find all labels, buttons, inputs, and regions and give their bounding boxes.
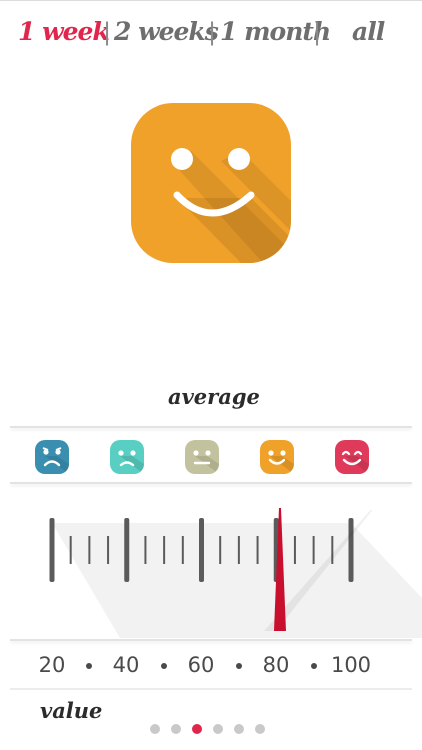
- tab-separator: |: [103, 18, 111, 46]
- range-tabs: 1 week | 2 weeks | 1 month | all: [0, 14, 422, 54]
- mood-unhappy[interactable]: [110, 440, 144, 474]
- scale-dot: [86, 663, 92, 669]
- page-dot[interactable]: [192, 724, 202, 734]
- ruler[interactable]: [0, 488, 422, 638]
- scale-dot: [236, 663, 242, 669]
- unhappy-face-icon: [118, 450, 144, 474]
- minor-tick: [312, 536, 315, 564]
- minor-tick: [237, 536, 240, 564]
- happy-face-icon: [341, 450, 369, 474]
- page-dot[interactable]: [234, 724, 244, 734]
- page-dot[interactable]: [213, 724, 223, 734]
- minor-tick: [144, 536, 147, 564]
- mood-very-sad[interactable]: [35, 440, 69, 474]
- minor-tick: [69, 536, 72, 564]
- divider: [10, 688, 412, 690]
- page-dot[interactable]: [171, 724, 181, 734]
- minor-tick: [163, 536, 166, 564]
- scale-labels: 20 40 60 80 100: [0, 648, 422, 682]
- tab-1-week[interactable]: 1 week: [18, 14, 110, 50]
- major-tick: [124, 518, 130, 582]
- mood-very-happy[interactable]: [335, 440, 369, 474]
- scale-label: 20: [38, 653, 66, 677]
- tab-2-weeks[interactable]: 2 weeks: [114, 14, 219, 50]
- divider: [10, 426, 412, 428]
- minor-tick: [88, 536, 91, 564]
- tab-separator: |: [313, 18, 321, 46]
- divider: [10, 482, 412, 484]
- scale-label: 80: [262, 653, 290, 677]
- scale-dot: [161, 663, 167, 669]
- scale-label: 100: [330, 653, 372, 677]
- value-label: value: [40, 698, 103, 723]
- smiley-face-icon: [171, 148, 291, 263]
- minor-tick: [256, 536, 259, 564]
- neutral-face-icon: [193, 450, 219, 474]
- minor-tick: [219, 536, 222, 564]
- divider: [10, 639, 412, 641]
- mood-happy[interactable]: [260, 440, 294, 474]
- minor-tick: [293, 536, 296, 564]
- page-indicator: [150, 722, 280, 736]
- mood-neutral[interactable]: [185, 440, 219, 474]
- mood-selector: [0, 430, 422, 484]
- average-mood-face: [131, 103, 291, 263]
- scale-label: 40: [112, 653, 140, 677]
- tab-all[interactable]: all: [352, 14, 385, 50]
- scale-label: 60: [187, 653, 215, 677]
- minor-tick: [181, 536, 184, 564]
- value-scale: [0, 488, 422, 638]
- page-dot[interactable]: [150, 724, 160, 734]
- major-tick: [49, 518, 55, 582]
- sad-face-icon: [42, 447, 69, 474]
- major-tick: [348, 518, 354, 582]
- smiley-face-icon: [268, 450, 294, 474]
- minor-tick: [107, 536, 110, 564]
- major-tick: [199, 518, 204, 582]
- average-label: average: [168, 384, 260, 409]
- page-dot[interactable]: [255, 724, 265, 734]
- tab-separator: |: [208, 18, 216, 46]
- scale-dot: [311, 663, 317, 669]
- top-divider: [0, 0, 422, 1]
